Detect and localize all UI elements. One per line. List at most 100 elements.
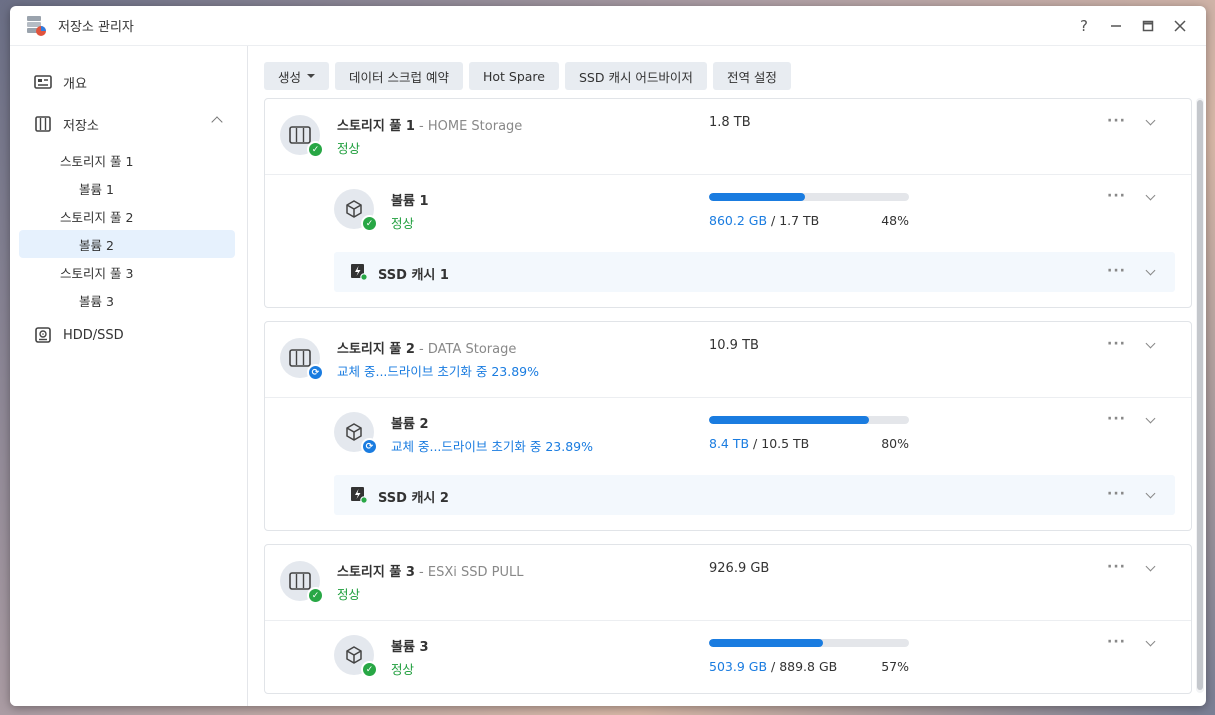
- sidebar-item-pool-2[interactable]: 스토리지 풀 2: [19, 202, 235, 230]
- volume-usage-bar: [709, 193, 909, 201]
- create-button[interactable]: 생성: [264, 62, 330, 90]
- volume-icon: ✓: [334, 635, 378, 678]
- more-options-icon[interactable]: ···: [1107, 634, 1126, 650]
- more-options-icon[interactable]: ···: [1107, 188, 1126, 204]
- pool-name: 스토리지 풀 1: [337, 119, 415, 134]
- more-options-icon[interactable]: ···: [1107, 559, 1126, 575]
- pool-status: 교체 중...드라이브 초기화 중 23.89%: [337, 364, 539, 379]
- pool-capacity: 10.9 TB: [709, 338, 759, 353]
- scrollbar-thumb[interactable]: [1197, 100, 1203, 690]
- ssd-cache-row[interactable]: SSD 캐시 2 ···: [334, 475, 1175, 515]
- sidebar-item-label: 스토리지 풀 2: [60, 209, 134, 225]
- volume-usage-bar: [709, 416, 909, 424]
- pool-description: - DATA Storage: [414, 342, 517, 357]
- window-title: 저장소 관리자: [58, 20, 134, 35]
- data-scrub-schedule-button[interactable]: 데이터 스크럽 예약: [335, 62, 463, 90]
- sidebar-item-volume-3[interactable]: 볼륨 3: [19, 286, 235, 314]
- close-button[interactable]: [1164, 10, 1196, 42]
- chevron-down-icon[interactable]: [1145, 115, 1156, 126]
- chevron-down-icon[interactable]: [1145, 265, 1156, 276]
- storage-pool-card: ⟳ 스토리지 풀 2 - DATA Storage 교체 중...드라이브 초기…: [264, 321, 1192, 531]
- storage-pool-icon: ✓: [280, 561, 324, 604]
- storage-icon: [34, 115, 52, 133]
- usage-fill: [709, 416, 869, 424]
- title-bar[interactable]: 저장소 관리자 ?: [10, 6, 1206, 46]
- pool-capacity: 926.9 GB: [709, 561, 770, 576]
- volume-status: 정상: [391, 662, 415, 677]
- check-icon: ✓: [307, 141, 324, 158]
- storage-manager-window: 저장소 관리자 ? 개요 저장소 스토리지 풀 1 볼륨 1 스토리지 풀 2 …: [10, 6, 1206, 706]
- sidebar-item-overview[interactable]: 개요: [19, 68, 235, 96]
- sidebar-item-label: 저장소: [63, 118, 99, 134]
- pool-title[interactable]: 스토리지 풀 3 - ESXi SSD PULL: [337, 561, 523, 580]
- chevron-down-icon[interactable]: [1145, 561, 1156, 572]
- volume-name[interactable]: 볼륨 1: [391, 190, 429, 209]
- volume-total: / 10.5 TB: [749, 436, 810, 451]
- sidebar-item-hdd-ssd[interactable]: HDD/SSD: [19, 321, 235, 349]
- chevron-down-icon[interactable]: [1145, 488, 1156, 499]
- pool-capacity: 1.8 TB: [709, 115, 751, 130]
- pool-description: - ESXi SSD PULL: [414, 565, 524, 580]
- divider: [265, 174, 1191, 175]
- minimize-button[interactable]: [1100, 10, 1132, 42]
- sidebar-item-volume-1[interactable]: 볼륨 1: [19, 174, 235, 202]
- window-controls: ?: [1068, 6, 1196, 46]
- pool-name: 스토리지 풀 3: [337, 565, 415, 580]
- help-button[interactable]: ?: [1068, 10, 1100, 42]
- sidebar-item-label: 볼륨 3: [79, 293, 114, 309]
- sidebar-item-volume-2[interactable]: 볼륨 2: [19, 230, 235, 258]
- sidebar-item-pool-3[interactable]: 스토리지 풀 3: [19, 258, 235, 286]
- chevron-down-icon[interactable]: [1145, 338, 1156, 349]
- chevron-down-icon[interactable]: [1145, 190, 1156, 201]
- volume-used: 8.4 TB: [709, 436, 750, 451]
- hot-spare-button[interactable]: Hot Spare: [468, 62, 559, 90]
- volume-usage: 503.9 GB / 889.8 GB: [709, 659, 837, 674]
- more-options-icon[interactable]: ···: [1107, 411, 1126, 427]
- pool-description: - HOME Storage: [414, 119, 523, 134]
- maximize-button[interactable]: [1132, 10, 1164, 42]
- global-settings-button[interactable]: 전역 설정: [712, 62, 791, 90]
- hdd-icon: [34, 326, 52, 344]
- toolbar: 생성 데이터 스크럽 예약 Hot Spare SSD 캐시 어드바이저 전역 …: [264, 62, 791, 90]
- sidebar-item-label: 스토리지 풀 3: [60, 265, 134, 281]
- vertical-scrollbar[interactable]: [1196, 98, 1204, 693]
- more-options-icon[interactable]: ···: [1107, 336, 1126, 352]
- sidebar-item-storage[interactable]: 저장소: [19, 110, 235, 138]
- more-options-icon[interactable]: ···: [1107, 113, 1126, 129]
- more-options-icon[interactable]: ···: [1107, 486, 1126, 502]
- volume-usage-bar: [709, 639, 909, 647]
- chevron-up-icon[interactable]: [211, 116, 223, 128]
- ssd-cache-row[interactable]: SSD 캐시 1 ···: [334, 252, 1175, 292]
- pool-title[interactable]: 스토리지 풀 1 - HOME Storage: [337, 115, 522, 134]
- overview-icon: [34, 73, 52, 91]
- volume-total: / 1.7 TB: [767, 213, 820, 228]
- check-icon: ✓: [361, 661, 378, 678]
- usage-fill: [709, 639, 823, 647]
- storage-pool-list: ✓ 스토리지 풀 1 - HOME Storage 정상 1.8 TB ··· …: [264, 98, 1192, 698]
- volume-icon: ✓: [334, 189, 378, 232]
- pool-status: 정상: [337, 141, 361, 156]
- volume-usage: 860.2 GB / 1.7 TB: [709, 213, 819, 228]
- close-icon: [1174, 20, 1186, 32]
- volume-name[interactable]: 볼륨 3: [391, 636, 429, 655]
- pool-name: 스토리지 풀 2: [337, 342, 415, 357]
- create-button-label: 생성: [278, 69, 302, 85]
- caret-down-icon: [307, 74, 316, 78]
- volume-name[interactable]: 볼륨 2: [391, 413, 429, 432]
- volume-status: 교체 중...드라이브 초기화 중 23.89%: [391, 439, 593, 454]
- more-options-icon[interactable]: ···: [1107, 263, 1126, 279]
- sync-icon: ⟳: [307, 364, 324, 381]
- volume-usage-percent: 57%: [881, 659, 909, 674]
- ssd-cache-name: SSD 캐시 2: [378, 491, 449, 506]
- volume-usage: 8.4 TB / 10.5 TB: [709, 436, 809, 451]
- minimize-icon: [1111, 25, 1121, 27]
- usage-fill: [709, 193, 805, 201]
- pool-title[interactable]: 스토리지 풀 2 - DATA Storage: [337, 338, 516, 357]
- sidebar-item-pool-1[interactable]: 스토리지 풀 1: [19, 146, 235, 174]
- ssd-cache-advisor-button[interactable]: SSD 캐시 어드바이저: [564, 62, 707, 90]
- chevron-down-icon[interactable]: [1145, 636, 1156, 647]
- storage-manager-app-icon: [24, 14, 48, 38]
- sidebar-item-label: 개요: [63, 76, 87, 92]
- chevron-down-icon[interactable]: [1145, 413, 1156, 424]
- sidebar-item-label: 볼륨 1: [79, 181, 114, 197]
